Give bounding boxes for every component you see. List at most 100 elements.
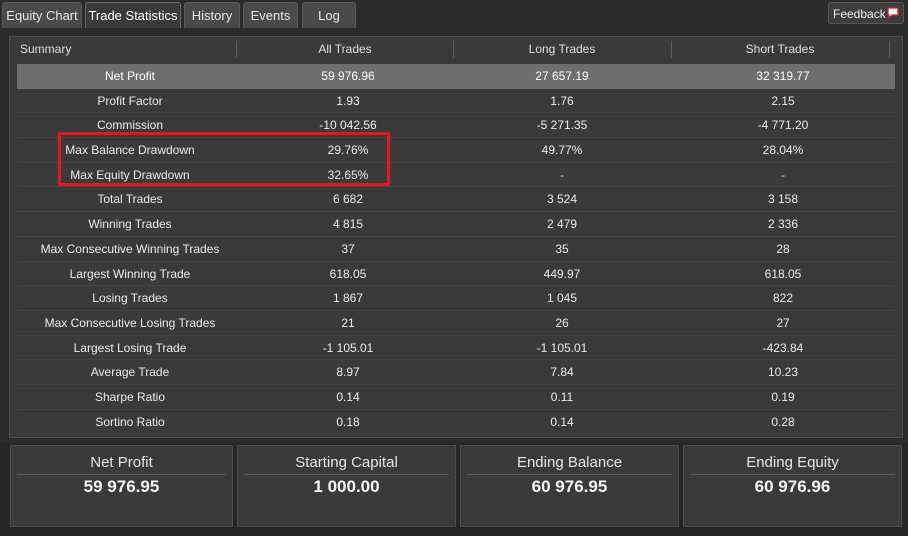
row-label: Sortino Ratio	[95, 414, 165, 429]
row-all-trades: 1 867	[332, 291, 364, 306]
speech-bubble-icon	[887, 7, 899, 20]
row-long-trades: 35	[555, 241, 569, 256]
tab-trade-statistics[interactable]: Trade Statistics	[85, 2, 181, 28]
table-row-largest-winning-trade[interactable]: Largest Winning Trade 618.05 449.97 618.…	[17, 262, 895, 287]
header-long-trades: Long Trades	[528, 42, 596, 56]
row-long-trades: 1 045	[546, 291, 578, 306]
row-short-trades: 28.04%	[762, 143, 804, 158]
table-row-net-profit[interactable]: Net Profit 59 976.96 27 657.19 32 319.77	[17, 64, 895, 89]
table-row-losing-trades[interactable]: Losing Trades 1 867 1 045 822	[17, 286, 895, 311]
tab-events[interactable]: Events	[243, 2, 298, 28]
row-all-trades: 1.93	[336, 93, 360, 108]
header-summary: Summary	[20, 42, 72, 56]
table-row-profit-factor[interactable]: Profit Factor 1.93 1.76 2.15	[17, 89, 895, 114]
row-all-trades: 4 815	[332, 217, 364, 232]
card-title: Ending Equity	[690, 452, 895, 475]
trade-statistics-panel: Summary All Trades Long Trades Short Tra…	[9, 36, 903, 438]
tab-equity-chart[interactable]: Equity Chart	[2, 2, 82, 28]
table-row-sortino-ratio[interactable]: Sortino Ratio 0.18 0.14 0.28	[17, 410, 895, 435]
row-short-trades: 32 319.77	[756, 69, 810, 83]
row-label: Max Equity Drawdown	[70, 167, 190, 182]
row-short-trades: 822	[772, 291, 794, 306]
header-short-trades: Short Trades	[745, 42, 815, 56]
card-value: 60 976.96	[754, 477, 831, 496]
row-label: Average Trade	[90, 365, 170, 380]
row-label: Total Trades	[97, 192, 163, 207]
card-title: Ending Balance	[467, 452, 672, 475]
row-label: Commission	[96, 118, 163, 133]
row-short-trades: -423.84	[762, 340, 804, 355]
header-separator	[889, 41, 890, 58]
row-label: Max Consecutive Losing Trades	[44, 315, 216, 330]
row-long-trades: -	[560, 167, 564, 182]
summary-cards: Net Profit 59 976.95 Starting Capital 1 …	[0, 442, 908, 536]
row-short-trades: -	[781, 167, 785, 182]
feedback-label: Feedback	[833, 7, 886, 21]
row-label: Sharpe Ratio	[94, 389, 166, 404]
row-all-trades: 37	[341, 241, 355, 256]
card-title: Net Profit	[17, 452, 226, 475]
row-long-trades: 0.14	[550, 414, 574, 429]
row-all-trades: -10 042.56	[319, 118, 377, 133]
row-long-trades: 449.97	[543, 266, 581, 281]
table-row-max-consecutive-losing-trades[interactable]: Max Consecutive Losing Trades 21 26 27	[17, 311, 895, 336]
row-label: Net Profit	[104, 69, 155, 83]
card-net-profit: Net Profit 59 976.95	[10, 445, 233, 527]
row-long-trades: 49.77%	[541, 143, 583, 158]
row-all-trades: 618.05	[329, 266, 367, 281]
row-short-trades: 0.28	[771, 414, 795, 429]
table-row-max-equity-drawdown[interactable]: Max Equity Drawdown 32.65% - -	[17, 163, 895, 188]
row-short-trades: 27	[776, 315, 790, 330]
table-row-winning-trades[interactable]: Winning Trades 4 815 2 479 2 336	[17, 212, 895, 237]
row-label: Max Consecutive Winning Trades	[40, 241, 220, 256]
row-long-trades: 7.84	[550, 365, 574, 380]
row-label: Losing Trades	[92, 291, 168, 306]
card-value: 1 000.00	[313, 477, 380, 496]
row-short-trades: -4 771.20	[757, 118, 809, 133]
row-short-trades: 618.05	[764, 266, 802, 281]
card-ending-equity: Ending Equity 60 976.96	[683, 445, 902, 527]
row-label: Largest Losing Trade	[73, 340, 187, 355]
row-short-trades: 3 158	[767, 192, 799, 207]
statistics-table: Net Profit 59 976.96 27 657.19 32 319.77…	[17, 64, 895, 435]
table-row-commission[interactable]: Commission -10 042.56 -5 271.35 -4 771.2…	[17, 113, 895, 139]
header-all-trades: All Trades	[318, 42, 372, 56]
row-all-trades: 6 682	[332, 192, 364, 207]
row-all-trades: 0.18	[336, 414, 360, 429]
row-all-trades: 0.14	[336, 389, 360, 404]
tab-log[interactable]: Log	[302, 2, 356, 28]
row-short-trades: 0.19	[771, 389, 795, 404]
row-long-trades: 3 524	[546, 192, 578, 207]
tab-bar: Equity Chart Trade Statistics History Ev…	[0, 0, 908, 30]
feedback-button[interactable]: Feedback	[828, 2, 904, 24]
card-ending-balance: Ending Balance 60 976.95	[460, 445, 679, 527]
tab-history[interactable]: History	[184, 2, 240, 28]
card-value: 59 976.95	[83, 477, 160, 496]
row-all-trades: 59 976.96	[321, 69, 375, 83]
row-short-trades: 2.15	[771, 93, 795, 108]
row-label: Max Balance Drawdown	[65, 143, 195, 158]
row-long-trades: 27 657.19	[535, 69, 589, 83]
row-short-trades: 2 336	[767, 217, 799, 232]
table-row-total-trades[interactable]: Total Trades 6 682 3 524 3 158	[17, 187, 895, 213]
row-short-trades: 10.23	[767, 365, 799, 380]
row-long-trades: 0.11	[550, 389, 574, 404]
table-row-largest-losing-trade[interactable]: Largest Losing Trade -1 105.01 -1 105.01…	[17, 336, 895, 361]
row-short-trades: 28	[776, 241, 790, 256]
row-long-trades: -5 271.35	[536, 118, 588, 133]
row-long-trades: 2 479	[546, 217, 578, 232]
row-all-trades: 32.65%	[327, 167, 369, 182]
table-row-average-trade[interactable]: Average Trade 8.97 7.84 10.23	[17, 360, 895, 385]
row-label: Winning Trades	[88, 217, 172, 232]
row-long-trades: 26	[555, 315, 569, 330]
row-all-trades: -1 105.01	[322, 340, 374, 355]
row-all-trades: 8.97	[336, 365, 360, 380]
row-long-trades: 1.76	[550, 93, 574, 108]
table-row-max-consecutive-winning-trades[interactable]: Max Consecutive Winning Trades 37 35 28	[17, 237, 895, 262]
row-all-trades: 21	[341, 315, 355, 330]
table-row-sharpe-ratio[interactable]: Sharpe Ratio 0.14 0.11 0.19	[17, 385, 895, 410]
card-title: Starting Capital	[244, 452, 449, 475]
table-row-max-balance-drawdown[interactable]: Max Balance Drawdown 29.76% 49.77% 28.04…	[17, 138, 895, 163]
row-label: Largest Winning Trade	[69, 266, 191, 281]
row-all-trades: 29.76%	[327, 143, 369, 158]
